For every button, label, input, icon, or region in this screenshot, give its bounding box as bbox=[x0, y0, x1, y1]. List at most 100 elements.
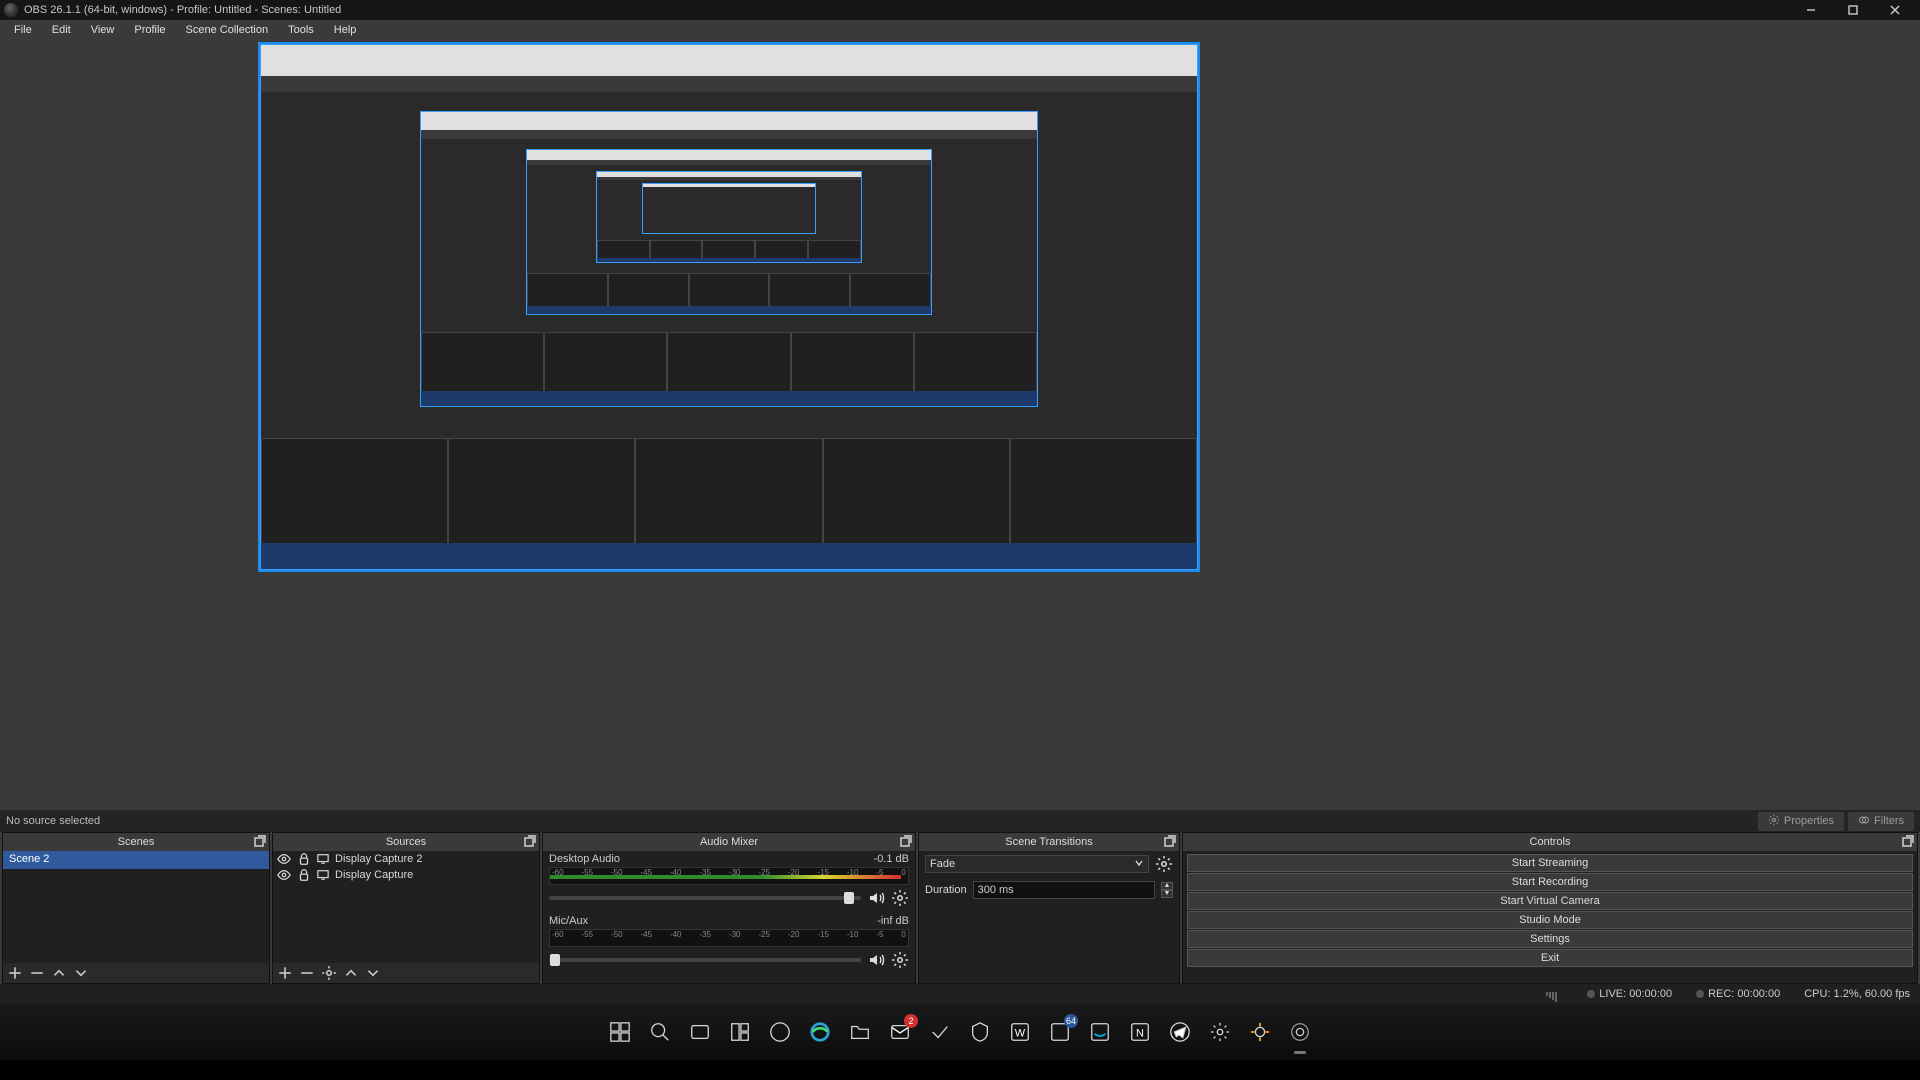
windows-taskbar: 2 W 64 N bbox=[0, 1004, 1920, 1060]
search-button[interactable] bbox=[644, 1016, 676, 1048]
mute-button[interactable] bbox=[867, 889, 885, 907]
channel-name: Mic/Aux bbox=[549, 915, 588, 927]
scene-item[interactable]: Scene 2 bbox=[3, 851, 269, 869]
taskview-button[interactable] bbox=[684, 1016, 716, 1048]
duration-spinner[interactable]: ▲▼ bbox=[1161, 882, 1173, 898]
mixer-header[interactable]: Audio Mixer bbox=[543, 833, 915, 851]
preview-area[interactable] bbox=[0, 40, 1920, 810]
display-icon bbox=[317, 869, 329, 881]
channel-name: Desktop Audio bbox=[549, 853, 620, 865]
filters-button[interactable]: Filters bbox=[1848, 812, 1914, 831]
taskbar-app-edge[interactable] bbox=[804, 1016, 836, 1048]
taskbar-app-explorer[interactable] bbox=[844, 1016, 876, 1048]
controls-dock: Controls Start Streaming Start Recording… bbox=[1182, 832, 1918, 984]
scene-up-button[interactable] bbox=[51, 965, 67, 981]
transition-select[interactable]: Fade bbox=[925, 855, 1149, 873]
properties-button[interactable]: Properties bbox=[1758, 812, 1844, 831]
scenes-header[interactable]: Scenes bbox=[3, 833, 269, 851]
menu-tools[interactable]: Tools bbox=[278, 22, 324, 38]
mail-badge: 2 bbox=[904, 1014, 918, 1028]
svg-text:W: W bbox=[1015, 1028, 1026, 1040]
source-settings-button[interactable] bbox=[321, 965, 337, 981]
source-name: Display Capture 2 bbox=[335, 853, 535, 865]
exit-button[interactable]: Exit bbox=[1187, 949, 1913, 967]
scenes-dock: Scenes Scene 2 bbox=[2, 832, 270, 984]
mute-button[interactable] bbox=[867, 951, 885, 969]
remove-source-button[interactable] bbox=[299, 965, 315, 981]
popout-icon[interactable] bbox=[254, 835, 266, 847]
visibility-toggle[interactable] bbox=[277, 868, 291, 882]
docks-row: Scenes Scene 2 Sources Display Capture 2… bbox=[0, 832, 1920, 984]
audio-mixer-dock: Audio Mixer Desktop Audio-0.1 dB-60-55-5… bbox=[542, 832, 916, 984]
popout-icon[interactable] bbox=[900, 835, 912, 847]
taskbar-app-telegram[interactable] bbox=[1164, 1016, 1196, 1048]
channel-settings-button[interactable] bbox=[891, 951, 909, 969]
remove-scene-button[interactable] bbox=[29, 965, 45, 981]
taskbar-app-onenote[interactable]: N bbox=[1124, 1016, 1156, 1048]
taskbar-app-word[interactable]: W bbox=[1004, 1016, 1036, 1048]
popout-icon[interactable] bbox=[1902, 835, 1914, 847]
menu-profile[interactable]: Profile bbox=[124, 22, 175, 38]
menu-help[interactable]: Help bbox=[324, 22, 367, 38]
menu-file[interactable]: File bbox=[4, 22, 42, 38]
taskbar-app-settings[interactable] bbox=[1204, 1016, 1236, 1048]
add-source-button[interactable] bbox=[277, 965, 293, 981]
taskbar-app-todo[interactable] bbox=[924, 1016, 956, 1048]
volume-slider[interactable] bbox=[549, 958, 861, 962]
minimize-button[interactable] bbox=[1790, 0, 1832, 20]
taskbar-app-widgets[interactable] bbox=[724, 1016, 756, 1048]
taskbar-app-obs[interactable] bbox=[1284, 1016, 1316, 1048]
start-button[interactable] bbox=[604, 1016, 636, 1048]
popout-icon[interactable] bbox=[1164, 835, 1176, 847]
taskbar-app-amazon-music[interactable] bbox=[1084, 1016, 1116, 1048]
scene-down-button[interactable] bbox=[73, 965, 89, 981]
stream-signal-icon bbox=[1546, 987, 1563, 1002]
source-up-button[interactable] bbox=[343, 965, 359, 981]
duration-label: Duration bbox=[925, 884, 967, 896]
source-item[interactable]: Display Capture bbox=[273, 867, 539, 883]
close-button[interactable] bbox=[1874, 0, 1916, 20]
rec-status: REC: 00:00:00 bbox=[1696, 988, 1780, 1000]
menu-view[interactable]: View bbox=[81, 22, 125, 38]
source-toolbar: No source selected Properties Filters bbox=[0, 810, 1920, 832]
duration-input[interactable] bbox=[973, 881, 1155, 899]
taskbar-app-mail[interactable]: 2 bbox=[884, 1016, 916, 1048]
sources-header[interactable]: Sources bbox=[273, 833, 539, 851]
start-virtual-camera-button[interactable]: Start Virtual Camera bbox=[1187, 892, 1913, 910]
no-source-label: No source selected bbox=[6, 815, 100, 827]
channel-level: -inf dB bbox=[877, 915, 909, 927]
transitions-header[interactable]: Scene Transitions bbox=[919, 833, 1179, 851]
popout-icon[interactable] bbox=[524, 835, 536, 847]
lock-toggle[interactable] bbox=[297, 868, 311, 882]
window-titlebar: OBS 26.1.1 (64-bit, windows) - Profile: … bbox=[0, 0, 1920, 20]
taskbar-app-brave[interactable] bbox=[964, 1016, 996, 1048]
window-title: OBS 26.1.1 (64-bit, windows) - Profile: … bbox=[24, 4, 341, 16]
controls-header[interactable]: Controls bbox=[1183, 833, 1917, 851]
settings-button[interactable]: Settings bbox=[1187, 930, 1913, 948]
vu-meter: -60-55-50-45-40-35-30-25-20-15-10-50 bbox=[549, 867, 909, 885]
source-item[interactable]: Display Capture 2 bbox=[273, 851, 539, 867]
preview-canvas[interactable] bbox=[258, 42, 1200, 572]
visibility-toggle[interactable] bbox=[277, 852, 291, 866]
taskbar-app-davinci[interactable] bbox=[1244, 1016, 1276, 1048]
filters-icon bbox=[1858, 814, 1870, 829]
studio-mode-button[interactable]: Studio Mode bbox=[1187, 911, 1913, 929]
obs-icon bbox=[4, 3, 18, 17]
cpu-badge: 64 bbox=[1064, 1014, 1078, 1028]
transition-settings-button[interactable] bbox=[1155, 855, 1173, 873]
start-streaming-button[interactable]: Start Streaming bbox=[1187, 854, 1913, 872]
lock-toggle[interactable] bbox=[297, 852, 311, 866]
display-icon bbox=[317, 853, 329, 865]
volume-slider[interactable] bbox=[549, 896, 861, 900]
menu-scene-collection[interactable]: Scene Collection bbox=[176, 22, 279, 38]
source-down-button[interactable] bbox=[365, 965, 381, 981]
menubar: File Edit View Profile Scene Collection … bbox=[0, 20, 1920, 40]
start-recording-button[interactable]: Start Recording bbox=[1187, 873, 1913, 891]
mixer-channel: Desktop Audio-0.1 dB-60-55-50-45-40-35-3… bbox=[543, 851, 915, 913]
menu-edit[interactable]: Edit bbox=[42, 22, 81, 38]
taskbar-app-teams[interactable] bbox=[764, 1016, 796, 1048]
maximize-button[interactable] bbox=[1832, 0, 1874, 20]
taskbar-app-commander[interactable]: 64 bbox=[1044, 1016, 1076, 1048]
channel-settings-button[interactable] bbox=[891, 889, 909, 907]
add-scene-button[interactable] bbox=[7, 965, 23, 981]
